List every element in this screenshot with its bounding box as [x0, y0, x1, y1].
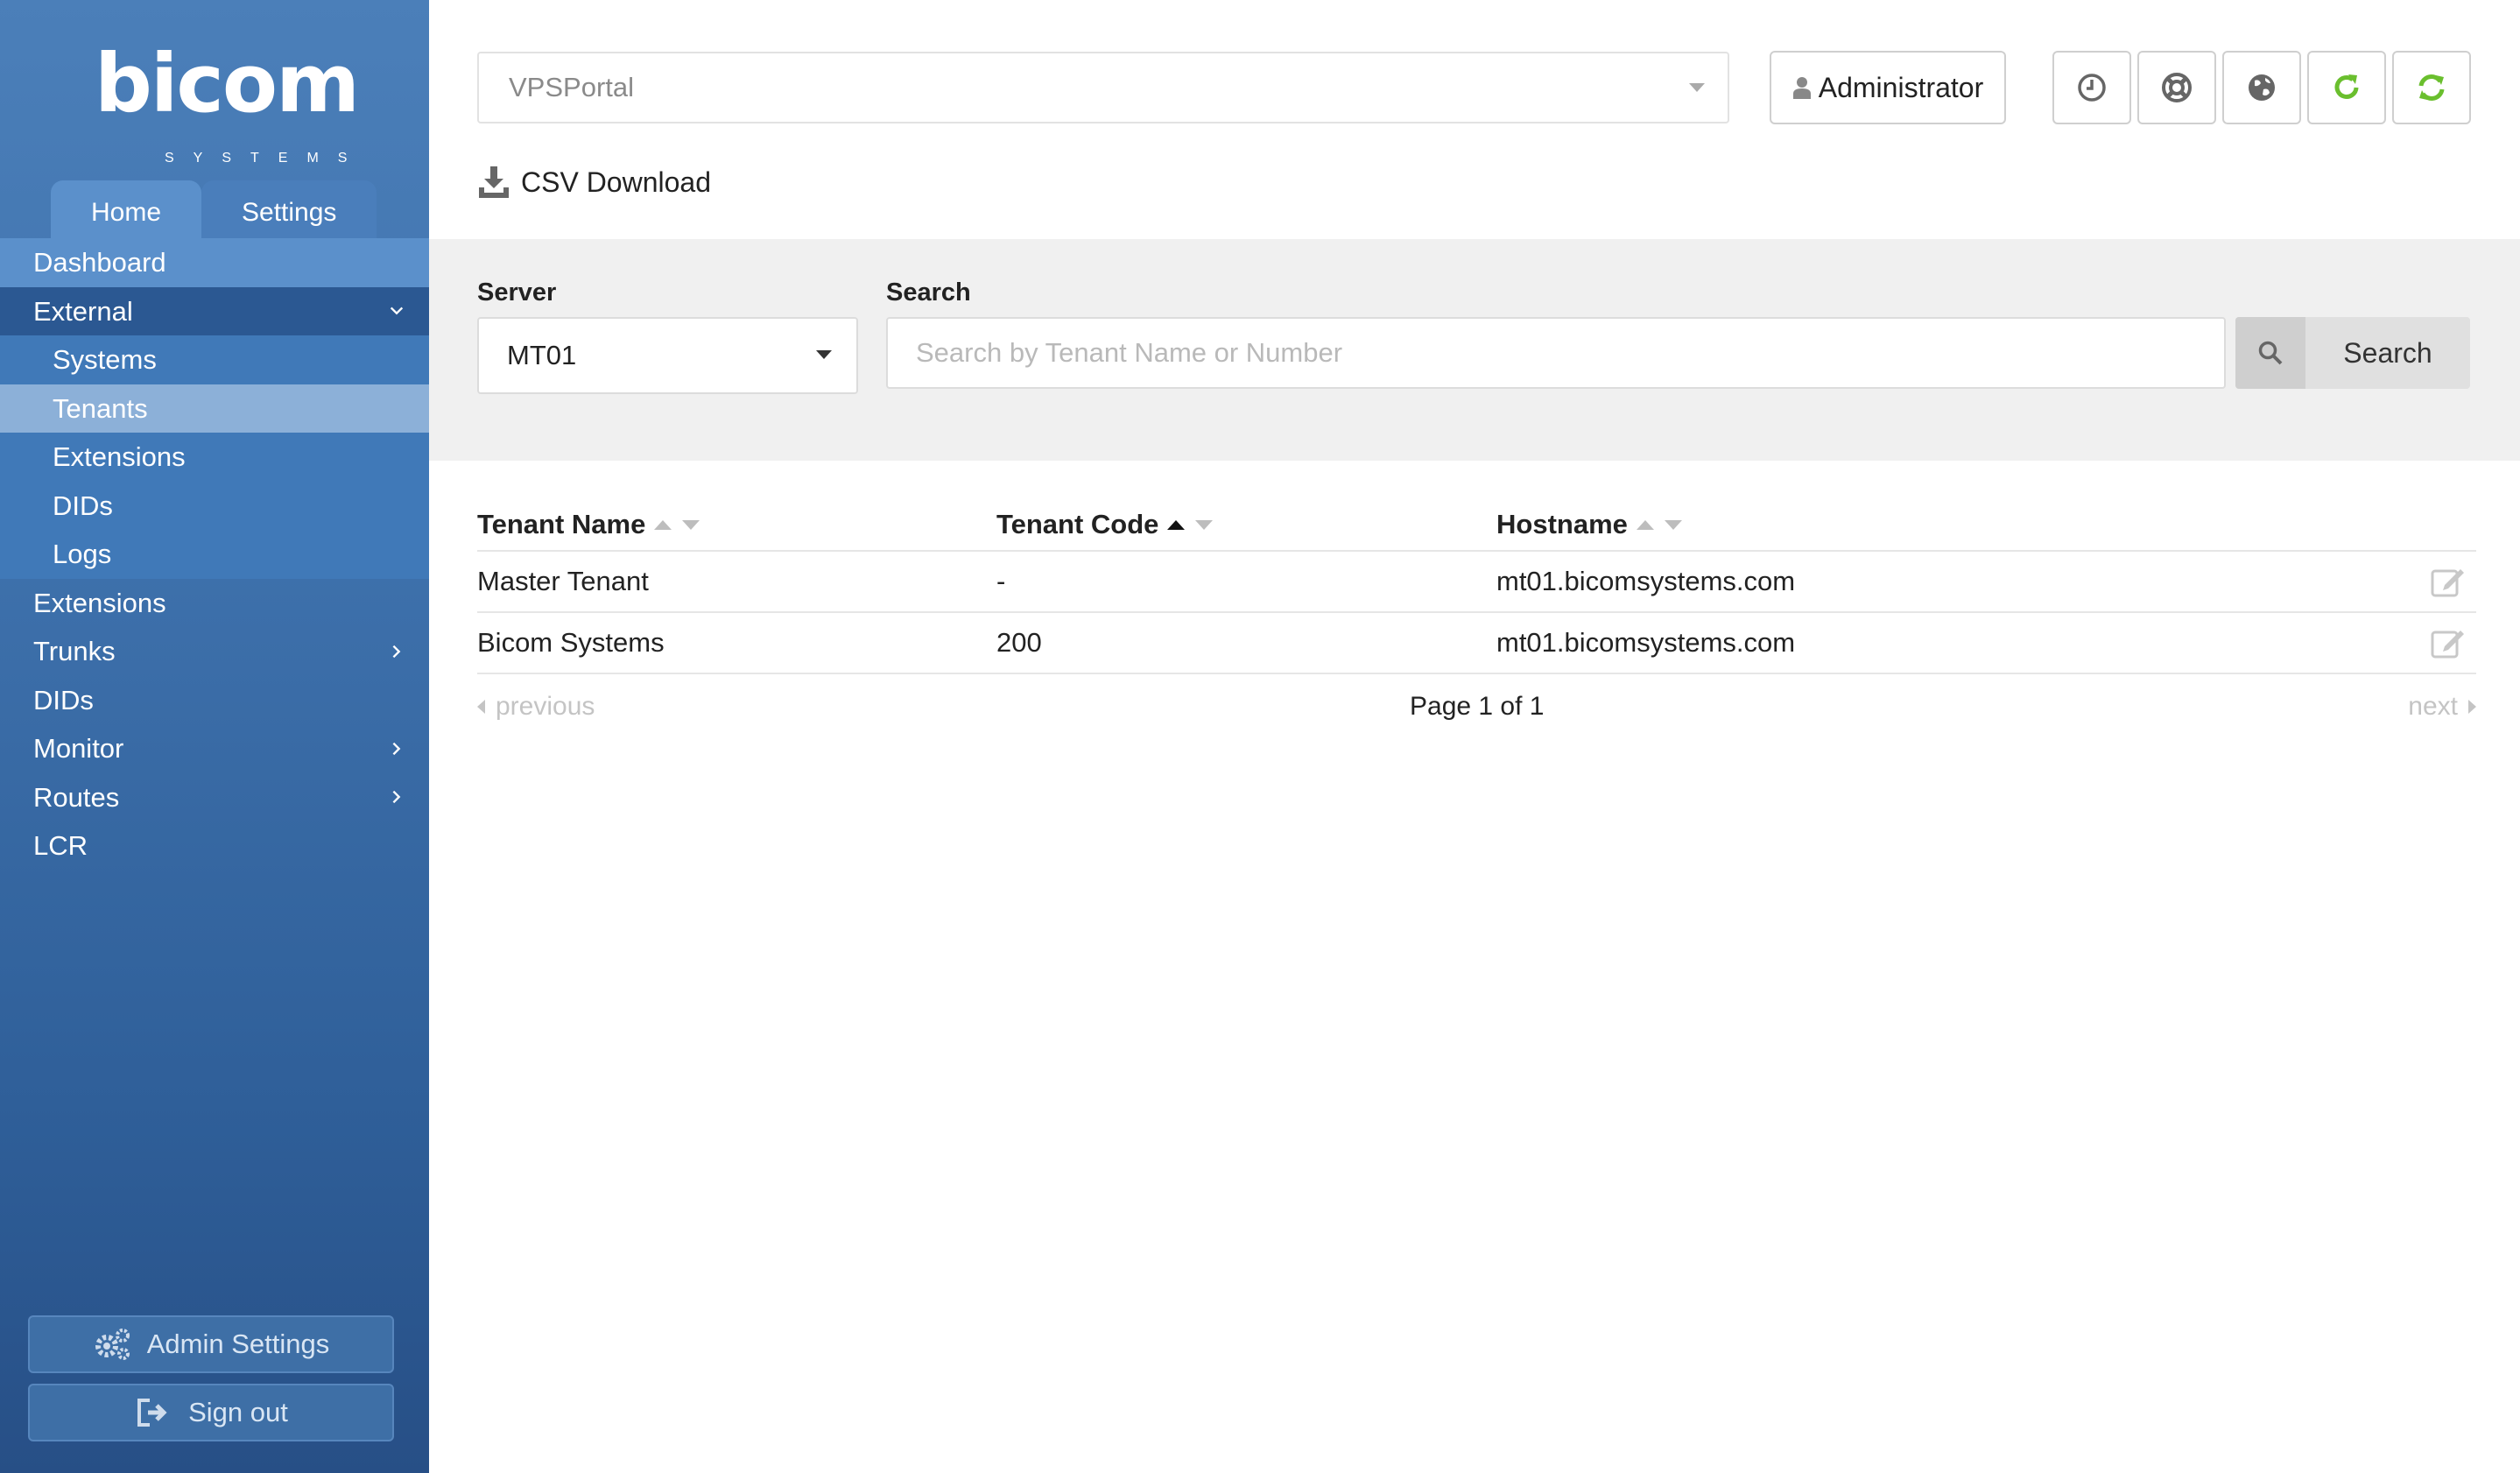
page-info: Page 1 of 1 — [1410, 692, 1545, 721]
search-button[interactable]: Search — [2235, 317, 2470, 389]
sidebar-item-dashboard[interactable]: Dashboard — [0, 238, 429, 287]
sidebar-item-external-extensions[interactable]: Extensions — [0, 433, 429, 482]
portal-select-value: VPSPortal — [509, 72, 635, 102]
hostname-cell: mt01.bicomsystems.com — [1496, 627, 1796, 658]
tenant-code-cell: - — [996, 566, 1006, 596]
help-button[interactable] — [2137, 51, 2216, 124]
gears-icon — [95, 1329, 130, 1360]
server-label: Server — [477, 278, 557, 307]
pagination: previous Page 1 of 1 next — [477, 692, 2476, 736]
tenant-code-cell: 200 — [996, 627, 1042, 658]
column-hostname[interactable]: Hostname — [1496, 499, 1682, 550]
sidebar-item-external[interactable]: External — [0, 286, 429, 335]
sidebar-item-logs[interactable]: Logs — [0, 530, 429, 579]
logo-subtext: SYSTEMS — [165, 151, 367, 166]
logo-text: bicom — [95, 37, 360, 130]
edit-icon[interactable] — [2431, 566, 2466, 597]
sort-icon — [654, 519, 700, 530]
hostname-cell: mt01.bicomsystems.com — [1496, 566, 1796, 596]
sync-button[interactable] — [2392, 51, 2471, 124]
clock-icon — [2078, 74, 2106, 102]
sidebar-item-trunks[interactable]: Trunks — [0, 627, 429, 676]
sidebar-item-dids[interactable]: DIDs — [0, 676, 429, 725]
table-header: Tenant Name Tenant Code Hostname — [477, 499, 2476, 552]
sidebar-nav: Dashboard External Systems Tenants Exten… — [0, 238, 429, 870]
caret-right-icon — [2468, 700, 2476, 714]
sidebar-item-lcr[interactable]: LCR — [0, 821, 429, 870]
sort-ascending-icon — [1167, 519, 1214, 530]
sidebar-item-extensions[interactable]: Extensions — [0, 579, 429, 628]
download-icon — [479, 166, 509, 198]
chevron-right-icon — [387, 627, 406, 675]
lifebuoy-icon — [2162, 73, 2192, 102]
search-button-label: Search — [2343, 336, 2432, 369]
previous-label: previous — [496, 692, 595, 721]
sort-icon — [1636, 519, 1682, 530]
sidebar-item-systems[interactable]: Systems — [0, 335, 429, 384]
table-row[interactable]: Bicom Systems 200 mt01.bicomsystems.com — [477, 613, 2476, 674]
caret-left-icon — [477, 700, 485, 714]
sign-out-icon — [137, 1399, 167, 1427]
csv-download-link[interactable]: CSV Download — [477, 162, 711, 202]
sidebar-item-monitor[interactable]: Monitor — [0, 724, 429, 773]
language-button[interactable] — [2222, 51, 2301, 124]
table-row[interactable]: Master Tenant - mt01.bicomsystems.com — [477, 552, 2476, 613]
search-input[interactable] — [886, 317, 2226, 389]
server-select[interactable]: MT01 — [477, 317, 858, 394]
chevron-right-icon — [387, 773, 406, 821]
user-icon — [1792, 77, 1811, 99]
sidebar: bicom SYSTEMS Home Settings Dashboard Ex… — [0, 0, 429, 1473]
next-page-link[interactable]: next — [2408, 692, 2476, 722]
admin-settings-button[interactable]: Admin Settings — [28, 1315, 394, 1373]
caret-down-icon — [816, 350, 832, 359]
tab-home[interactable]: Home — [51, 180, 202, 238]
tenant-name-cell: Bicom Systems — [477, 627, 665, 658]
admin-settings-label: Admin Settings — [146, 1329, 330, 1359]
csv-download-label: CSV Download — [521, 166, 711, 198]
column-label: Tenant Name — [477, 509, 646, 539]
tab-settings[interactable]: Settings — [201, 180, 377, 238]
server-select-value: MT01 — [507, 340, 577, 370]
sign-out-button[interactable]: Sign out — [28, 1384, 394, 1441]
reload-button[interactable] — [2307, 51, 2386, 124]
user-menu-button[interactable]: Administrator — [1770, 51, 2006, 124]
sidebar-item-tenants[interactable]: Tenants — [0, 384, 429, 433]
previous-page-link[interactable]: previous — [477, 692, 595, 722]
column-label: Tenant Code — [996, 509, 1159, 539]
sidebar-item-label: Monitor — [33, 733, 124, 764]
sync-icon — [2418, 74, 2445, 101]
search-icon — [2235, 317, 2305, 389]
next-label: next — [2408, 692, 2458, 721]
sidebar-item-label: External — [33, 295, 133, 327]
column-tenant-name[interactable]: Tenant Name — [477, 499, 700, 550]
clock-button[interactable] — [2052, 51, 2131, 124]
sidebar-item-label: Routes — [33, 781, 120, 813]
sidebar-item-external-dids[interactable]: DIDs — [0, 481, 429, 530]
column-tenant-code[interactable]: Tenant Code — [996, 499, 1214, 550]
sidebar-item-label: Trunks — [33, 636, 116, 666]
sign-out-label: Sign out — [188, 1397, 288, 1427]
tenant-name-cell: Master Tenant — [477, 566, 649, 596]
column-label: Hostname — [1496, 509, 1628, 539]
search-label: Search — [886, 278, 971, 307]
edit-icon[interactable] — [2431, 627, 2466, 659]
sidebar-item-routes[interactable]: Routes — [0, 773, 429, 822]
caret-down-icon — [1689, 83, 1705, 92]
reload-icon — [2334, 74, 2359, 99]
globe-icon — [2249, 74, 2275, 101]
user-menu-label: Administrator — [1818, 71, 1984, 103]
chevron-right-icon — [387, 724, 406, 772]
sidebar-tabs: Home Settings — [51, 180, 377, 238]
portal-select[interactable]: VPSPortal — [477, 52, 1729, 123]
chevron-down-icon — [387, 287, 406, 335]
bicom-logo[interactable]: bicom SYSTEMS — [95, 37, 360, 166]
